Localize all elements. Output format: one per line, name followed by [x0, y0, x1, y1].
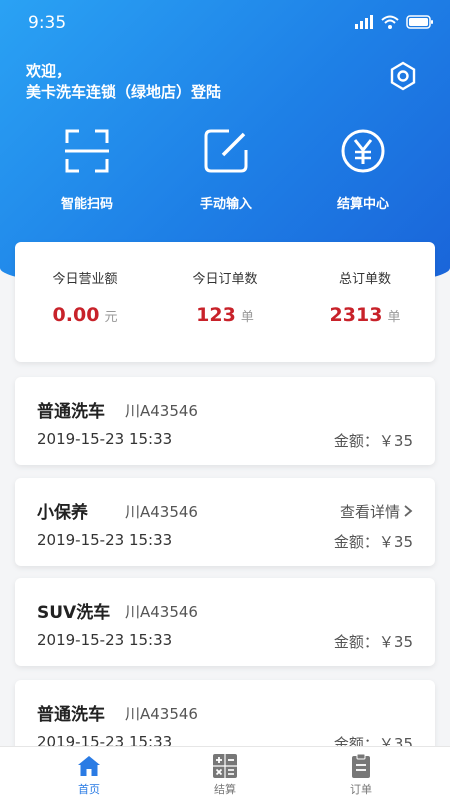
scan-icon [65, 129, 109, 173]
greeting: 欢迎， 美卡洗车连锁（绿地店）登陆 [26, 61, 221, 103]
settings-gear-icon[interactable] [388, 60, 418, 92]
stat-total-orders: 总订单数 2313 单 [295, 242, 435, 326]
order-card[interactable]: 普通洗车 川A43546 2019-15-23 15:33 金额：￥35 [15, 377, 435, 465]
tab-home[interactable]: 首页 [14, 747, 164, 801]
stat-value: 123 [196, 304, 236, 326]
order-service: 小保养 [37, 503, 88, 523]
home-icon [78, 756, 100, 776]
action-smart-scan[interactable]: 智能扫码 [22, 126, 152, 212]
order-service: 普通洗车 [37, 402, 105, 422]
stat-title: 总订单数 [338, 272, 391, 287]
tab-orders[interactable]: 订单 [286, 747, 436, 801]
order-plate: 川A43546 [125, 402, 198, 420]
status-time: 9:35 [28, 13, 67, 33]
stat-today-revenue: 今日营业额 0.00 元 [15, 242, 155, 326]
calculator-icon [213, 754, 237, 778]
tab-label: 订单 [350, 783, 372, 796]
view-details-label: 查看详情 [339, 503, 400, 521]
order-service: SUV洗车 [37, 603, 111, 623]
yen-icon [341, 129, 385, 173]
action-label: 手动输入 [199, 197, 252, 212]
action-label: 智能扫码 [60, 197, 113, 212]
order-card[interactable]: 小保养 川A43546 查看详情 2019-15-23 15:33 金额：￥35 [15, 478, 435, 566]
battery-icon [406, 15, 433, 29]
order-service: 普通洗车 [37, 705, 105, 725]
greeting-line-1: 欢迎， [26, 62, 72, 80]
order-plate: 川A43546 [125, 503, 198, 521]
stat-value: 0.00 [52, 304, 100, 326]
status-icons [354, 15, 434, 29]
stat-title: 今日营业额 [52, 272, 118, 287]
chevron-right-icon [404, 505, 413, 517]
action-manual-input[interactable]: 手动输入 [161, 126, 291, 212]
stat-unit: 单 [387, 310, 401, 325]
stat-value: 2313 [329, 304, 383, 326]
tab-label: 首页 [78, 783, 100, 796]
stat-title: 今日订单数 [192, 272, 258, 287]
tab-label: 结算 [214, 783, 236, 796]
order-amount: 金额：￥35 [333, 533, 413, 551]
view-details-link[interactable]: 查看详情 [340, 501, 413, 522]
action-settlement-center[interactable]: 结算中心 [298, 126, 428, 212]
status-bar: 9:35 [0, 0, 450, 46]
stat-unit: 元 [104, 310, 118, 325]
order-plate: 川A43546 [125, 603, 198, 621]
signal-icon [355, 15, 373, 29]
order-datetime: 2019-15-23 15:33 [37, 430, 173, 448]
stat-today-orders: 今日订单数 123 单 [155, 242, 295, 326]
quick-actions: 智能扫码 手动输入 结算中心 [0, 126, 450, 216]
order-amount: 金额：￥35 [333, 633, 413, 651]
order-amount: 金额：￥35 [333, 432, 413, 450]
stats-card: 今日营业额 0.00 元 今日订单数 123 单 总订单数 2313 单 [15, 242, 435, 362]
edit-icon [204, 129, 248, 173]
bottom-tab-bar: 首页 结算 订单 [0, 746, 450, 801]
stat-unit: 单 [240, 310, 254, 325]
clipboard-icon [352, 753, 370, 778]
tab-settlement[interactable]: 结算 [150, 747, 300, 801]
action-label: 结算中心 [336, 197, 389, 212]
order-datetime: 2019-15-23 15:33 [37, 631, 173, 649]
order-card[interactable]: SUV洗车 川A43546 2019-15-23 15:33 金额：￥35 [15, 578, 435, 666]
order-datetime: 2019-15-23 15:33 [37, 531, 173, 549]
greeting-store: 美卡洗车连锁（绿地店）登陆 [26, 83, 222, 101]
wifi-icon [381, 15, 399, 29]
order-plate: 川A43546 [125, 705, 198, 723]
